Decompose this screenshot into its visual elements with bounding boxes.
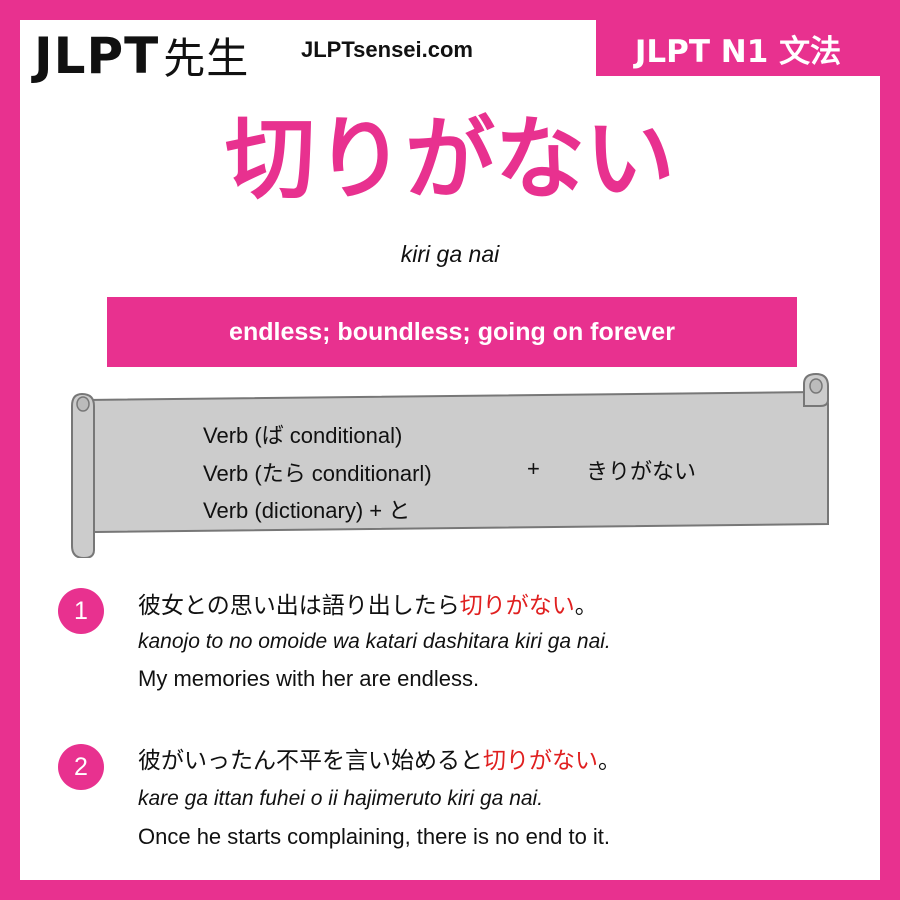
- example-romaji: kanojo to no omoide wa katari dashitara …: [138, 630, 611, 653]
- example-english: Once he starts complaining, there is no …: [138, 824, 611, 849]
- example-english: My memories with her are endless.: [138, 666, 480, 691]
- formation-rule: Verb (たら conditionarl): [203, 461, 432, 486]
- site-url: JLPTsensei.com: [301, 37, 473, 62]
- example-japanese-before: 彼がいったん不平を言い始めると: [138, 748, 483, 774]
- example-japanese-highlight: 切りがない: [459, 593, 575, 619]
- jlpt-sensei-logo: JLPT先生: [34, 26, 249, 89]
- formation-rule: Verb (ば conditional): [203, 423, 403, 448]
- level-badge: JLPT N1 文法: [596, 20, 880, 76]
- formation-plus: +: [527, 456, 540, 481]
- formation-scroll: [71, 372, 829, 558]
- example-number-badge: 1: [58, 588, 104, 634]
- example-japanese-before: 彼女との思い出は語り出したら: [138, 593, 460, 619]
- grammar-title: 切りがない: [225, 107, 675, 212]
- logo-kanji: 先生: [163, 34, 250, 83]
- example-japanese: 彼女との思い出は語り出したら切りがない。: [138, 586, 598, 620]
- example-japanese: 彼がいったん不平を言い始めると切りがない。: [138, 741, 621, 775]
- example-japanese-after: 。: [598, 748, 621, 774]
- logo-latin: JLPT: [34, 27, 160, 85]
- formation-ending: きりがない: [586, 460, 697, 485]
- formation-rule: Verb (dictionary) + と: [203, 498, 411, 523]
- meaning-banner: endless; boundless; going on forever: [107, 297, 797, 367]
- example-number-badge: 2: [58, 744, 104, 790]
- example-japanese-after: 。: [574, 593, 598, 619]
- grammar-romaji: kiri ga nai: [400, 241, 500, 267]
- example-romaji: kare ga ittan fuhei o ii hajimeruto kiri…: [138, 787, 544, 810]
- grammar-card: JLPT先生 JLPTsensei.com JLPT N1 文法 切りがない k…: [20, 20, 880, 880]
- example-japanese-highlight: 切りがない: [483, 748, 598, 774]
